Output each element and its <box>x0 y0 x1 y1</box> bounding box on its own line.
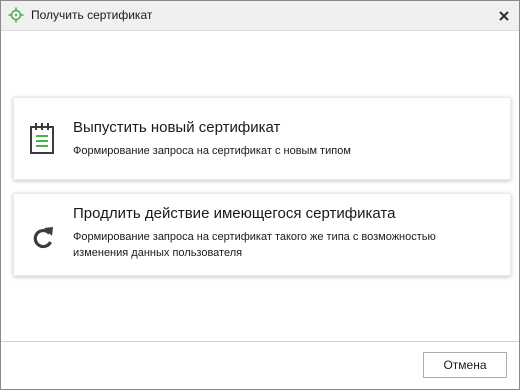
option-title: Выпустить новый сертификат <box>73 119 281 136</box>
close-icon <box>499 11 509 21</box>
close-button[interactable] <box>493 5 515 27</box>
cancel-button[interactable]: Отмена <box>423 352 507 378</box>
dialog-content: Выпустить новый сертификат Формирование … <box>1 31 519 341</box>
option-title: Продлить действие имеющегося сертификата <box>73 205 396 222</box>
window-title: Получить сертификат <box>31 8 153 22</box>
title-bar: Получить сертификат <box>1 1 519 31</box>
option-description: Формирование запроса на сертификат с нов… <box>73 145 351 157</box>
refresh-icon <box>33 227 53 249</box>
renew-certificate-option[interactable]: Продлить действие имеющегося сертификата… <box>13 193 511 276</box>
dialog-footer: Отмена <box>1 341 519 389</box>
dialog-window: Получить сертификат Выпустить новый серт… <box>0 0 520 390</box>
option-description: Формирование запроса на сертификат таког… <box>73 231 436 259</box>
calendar-document-icon <box>30 123 54 154</box>
crosshair-logo-icon <box>8 7 24 23</box>
issue-new-certificate-option[interactable]: Выпустить новый сертификат Формирование … <box>13 97 511 180</box>
